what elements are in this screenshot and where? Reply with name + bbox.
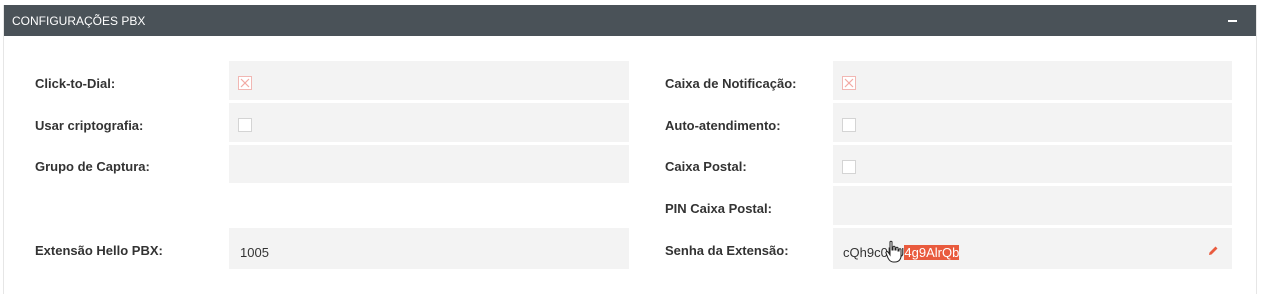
- grupo-captura-field[interactable]: [229, 145, 629, 183]
- pin-caixa-postal-label: PIN Caixa Postal:: [665, 201, 772, 216]
- minus-icon: [1228, 20, 1237, 22]
- senha-extensao-selected: 4g9AlrQb: [904, 245, 960, 260]
- caixa-postal-label: Caixa Postal:: [665, 159, 747, 174]
- auto-atendimento-checkbox[interactable]: [842, 118, 856, 132]
- pbx-settings-panel: CONFIGURAÇÕES PBX Click-to-Dial: Usar cr…: [3, 5, 1257, 294]
- collapse-button[interactable]: [1226, 13, 1240, 27]
- click-to-dial-field: [229, 61, 629, 100]
- usar-criptografia-checkbox[interactable]: [238, 118, 252, 132]
- senha-extensao-label: Senha da Extensão:: [665, 243, 789, 258]
- extensao-value: 1005: [240, 245, 269, 260]
- pin-caixa-postal-field[interactable]: [833, 186, 1232, 225]
- caixa-notificacao-field: [833, 61, 1232, 100]
- extensao-field[interactable]: 1005: [229, 228, 629, 269]
- click-to-dial-checkbox[interactable]: [238, 76, 252, 90]
- caixa-notificacao-checkbox[interactable]: [842, 76, 856, 90]
- caixa-postal-checkbox[interactable]: [842, 160, 856, 174]
- pencil-icon[interactable]: [1206, 244, 1220, 258]
- x-mark-icon: [240, 78, 250, 88]
- hand-cursor-icon: [885, 240, 902, 263]
- panel-title: CONFIGURAÇÕES PBX: [12, 14, 146, 28]
- panel-header: CONFIGURAÇÕES PBX: [4, 5, 1256, 36]
- x-mark-icon: [844, 78, 854, 88]
- caixa-postal-field: [833, 145, 1232, 183]
- usar-criptografia-label: Usar criptografia:: [35, 118, 144, 133]
- usar-criptografia-field: [229, 103, 629, 142]
- auto-atendimento-field: [833, 103, 1232, 142]
- caixa-notificacao-label: Caixa de Notificação:: [665, 76, 797, 91]
- click-to-dial-label: Click-to-Dial:: [35, 76, 116, 91]
- grupo-captura-label: Grupo de Captura:: [35, 159, 150, 174]
- auto-atendimento-label: Auto-atendimento:: [665, 118, 781, 133]
- extensao-label: Extensão Hello PBX:: [35, 243, 163, 258]
- senha-extensao-field[interactable]: cQh9c0hU4g9AlrQb: [833, 228, 1232, 269]
